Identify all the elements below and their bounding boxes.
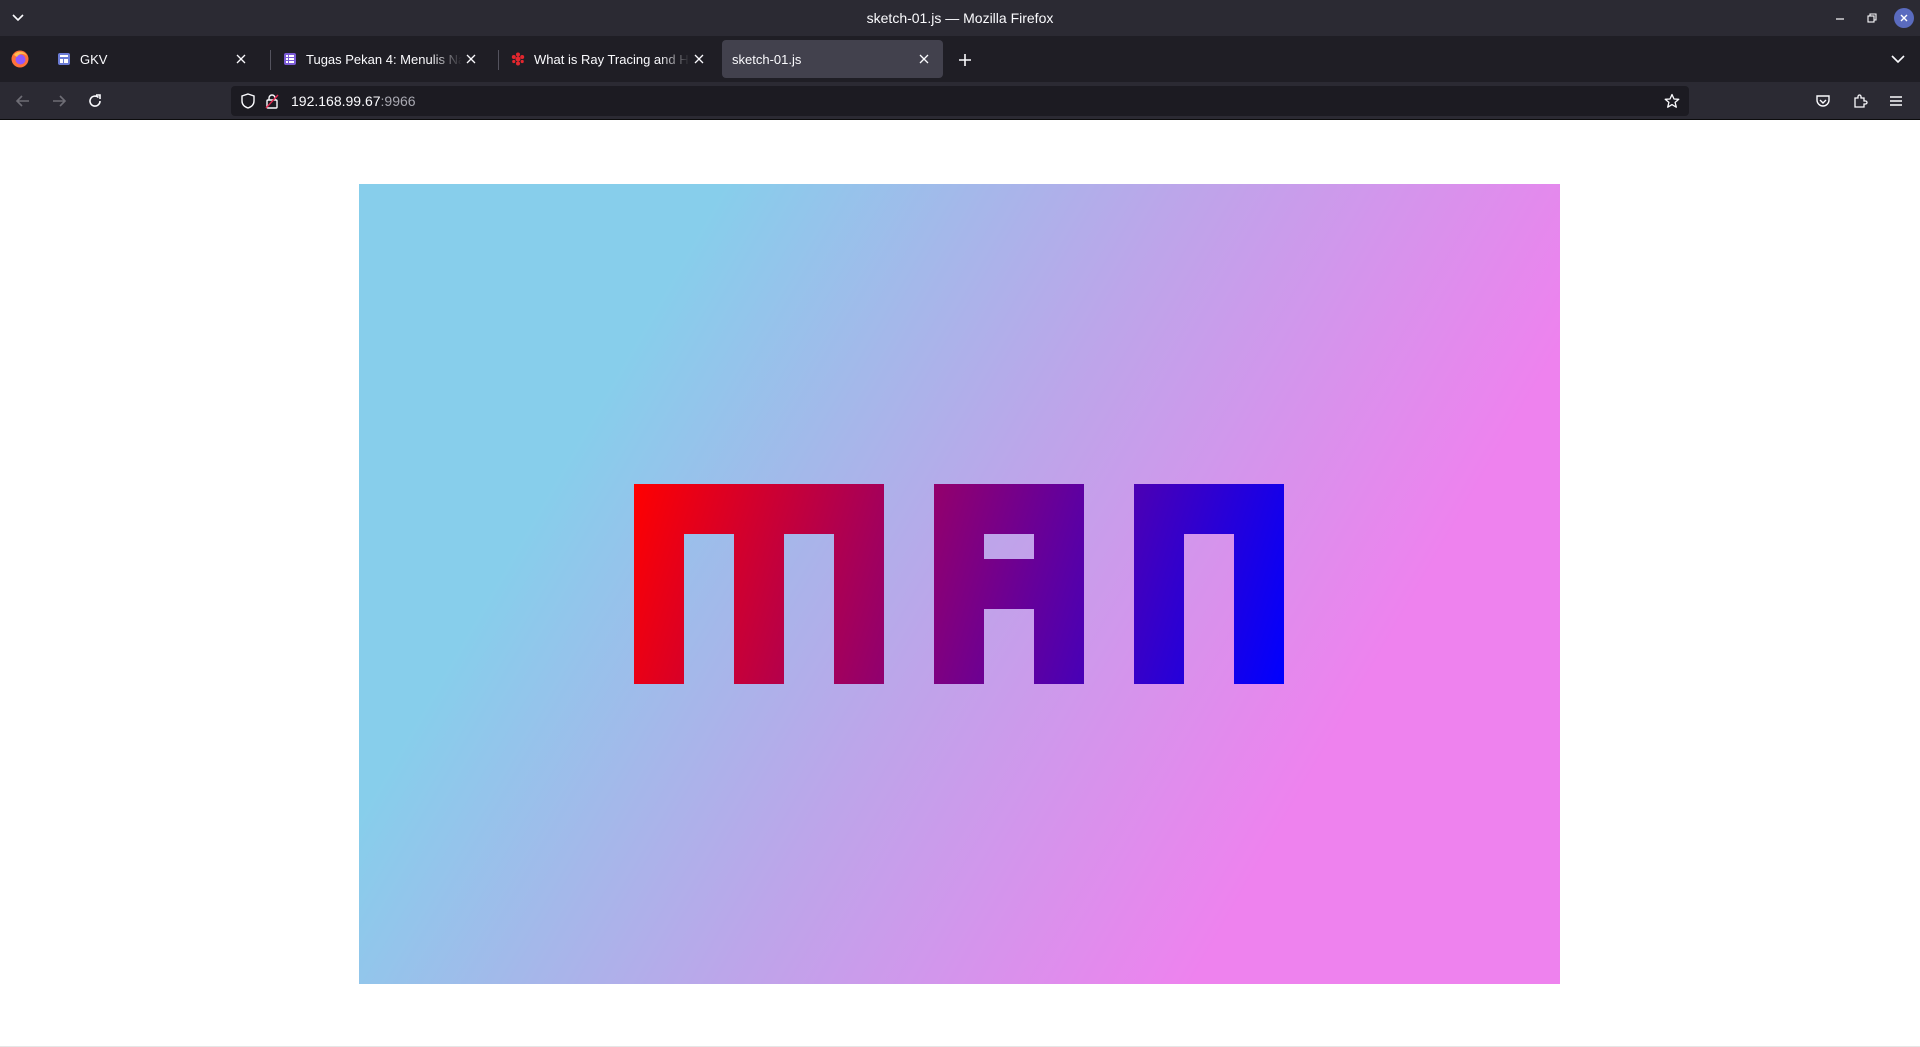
- firefox-logo-icon: [10, 49, 30, 69]
- minimize-button[interactable]: [1824, 0, 1856, 36]
- url-host: 192.168.99.67: [291, 93, 381, 109]
- restore-icon: [1867, 13, 1877, 23]
- page-content: [0, 121, 1920, 1047]
- new-tab-button[interactable]: [953, 48, 977, 72]
- tracking-protection-shield-icon[interactable]: [239, 92, 257, 110]
- page-layout-icon: [56, 51, 72, 67]
- letter-m: [634, 484, 884, 684]
- tab-list-button[interactable]: [1888, 49, 1908, 69]
- back-button[interactable]: [10, 88, 36, 114]
- tab-label: GKV: [80, 51, 108, 67]
- tab-tugas-pekan[interactable]: Tugas Pekan 4: Menulis Nama: [272, 40, 490, 78]
- reload-icon: [89, 94, 101, 107]
- tab-sketch-01[interactable]: sketch-01.js: [722, 40, 943, 78]
- window-title: sketch-01.js — Mozilla Firefox: [866, 10, 1054, 26]
- plus-icon: [959, 54, 971, 66]
- pocket-icon: [1816, 95, 1830, 107]
- app-menu-button[interactable]: [1883, 88, 1909, 114]
- arrow-left-icon: [15, 95, 29, 107]
- close-window-button[interactable]: [1888, 0, 1920, 36]
- letter-n: [1134, 484, 1284, 684]
- extensions-button[interactable]: [1847, 88, 1873, 114]
- reload-button[interactable]: [82, 88, 108, 114]
- tab-label: What is Ray Tracing and How: [534, 51, 690, 67]
- insecure-lock-icon[interactable]: [263, 92, 281, 110]
- bookmark-star-icon[interactable]: [1663, 92, 1681, 110]
- tab-strip: GKV Tugas Pekan 4: Menulis Nama What is …: [0, 36, 1920, 82]
- tab-separator: [498, 50, 499, 70]
- navigation-toolbar: 192.168.99.67:9966: [0, 82, 1920, 120]
- close-icon: [1900, 14, 1908, 22]
- sketch-canvas[interactable]: [359, 184, 1560, 984]
- tab-label: Tugas Pekan 4: Menulis Nama: [306, 51, 462, 67]
- close-window-circle: [1894, 8, 1914, 28]
- close-tab-icon[interactable]: [915, 50, 933, 68]
- tab-separator: [270, 50, 271, 70]
- window-controls: [1824, 0, 1920, 36]
- address-bar[interactable]: 192.168.99.67:9966: [231, 86, 1689, 116]
- tab-ray-tracing[interactable]: What is Ray Tracing and How: [500, 40, 718, 78]
- restore-button[interactable]: [1856, 0, 1888, 36]
- close-tab-icon[interactable]: [462, 50, 480, 68]
- arrow-right-icon: [53, 95, 67, 107]
- url-port: :9966: [380, 93, 416, 109]
- letter-a: [934, 484, 1084, 684]
- puzzle-piece-icon: [1854, 94, 1868, 108]
- pocket-button[interactable]: [1810, 88, 1836, 114]
- close-tab-icon[interactable]: [232, 50, 250, 68]
- hamburger-menu-icon: [1890, 96, 1902, 106]
- minimize-icon: [1836, 18, 1844, 20]
- sketch-text-man: [634, 484, 1284, 684]
- url-text[interactable]: 192.168.99.67:9966: [291, 93, 416, 109]
- window-titlebar: sketch-01.js — Mozilla Firefox: [0, 0, 1920, 36]
- tab-gkv[interactable]: GKV: [46, 40, 260, 78]
- close-tab-icon[interactable]: [690, 50, 708, 68]
- list-document-icon: [282, 51, 298, 67]
- tab-label: sketch-01.js: [732, 51, 802, 67]
- chevron-down-icon: [1891, 54, 1905, 63]
- forward-button[interactable]: [46, 88, 72, 114]
- ray-tracing-site-icon: [510, 51, 526, 67]
